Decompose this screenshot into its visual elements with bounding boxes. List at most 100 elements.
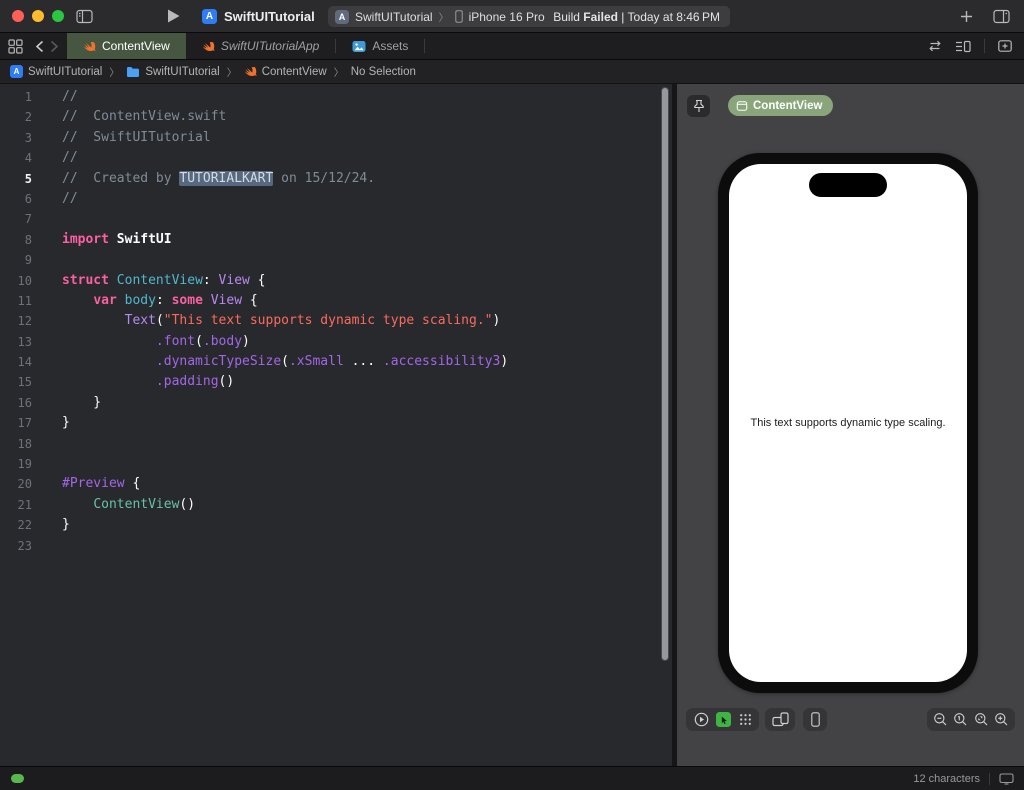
- preview-text: This text supports dynamic type scaling.: [750, 417, 946, 429]
- code-line[interactable]: // SwiftUITutorial: [62, 128, 508, 148]
- related-items-icon[interactable]: [8, 38, 23, 54]
- device-settings-button[interactable]: [803, 708, 827, 731]
- minimize-window-button[interactable]: [32, 10, 44, 22]
- play-circle-icon[interactable]: [694, 712, 709, 727]
- line-number[interactable]: 12: [0, 311, 46, 331]
- line-number[interactable]: 1: [0, 87, 46, 107]
- code-line[interactable]: [62, 454, 508, 474]
- code-line[interactable]: var body: some View {: [62, 291, 508, 311]
- zoom-in-icon[interactable]: [994, 712, 1009, 727]
- code-line[interactable]: [62, 434, 508, 454]
- tab-bar: ContentView SwiftUITutorialApp Assets: [0, 32, 1024, 60]
- code-line[interactable]: .font(.body): [62, 332, 508, 352]
- pin-icon: [693, 99, 704, 112]
- line-number[interactable]: 20: [0, 474, 46, 494]
- line-number[interactable]: 16: [0, 393, 46, 413]
- line-number[interactable]: 5: [0, 169, 46, 189]
- inspector-toggle-icon[interactable]: [993, 9, 1010, 24]
- zoom-100-icon[interactable]: [953, 712, 968, 727]
- code-lines[interactable]: //// ContentView.swift// SwiftUITutorial…: [46, 84, 508, 766]
- code-line[interactable]: //: [62, 148, 508, 168]
- code-line[interactable]: .dynamicTypeSize(.xSmall ... .accessibil…: [62, 352, 508, 372]
- chevron-back-icon[interactable]: [35, 40, 44, 53]
- build-status[interactable]: Build Failed | Today at 8:46 PM: [553, 10, 720, 24]
- breadcrumb-selection[interactable]: No Selection: [351, 66, 416, 78]
- code-line[interactable]: .padding(): [62, 372, 508, 392]
- swap-icon[interactable]: [928, 40, 942, 52]
- select-mode-icon[interactable]: [716, 712, 731, 727]
- line-number[interactable]: 11: [0, 291, 46, 311]
- line-number[interactable]: 10: [0, 271, 46, 291]
- orientation-button[interactable]: [765, 708, 795, 731]
- breadcrumb-group[interactable]: SwiftUITutorial: [126, 66, 220, 78]
- code-line[interactable]: #Preview {: [62, 474, 508, 494]
- editor-scrollbar[interactable]: [661, 87, 669, 661]
- code-line[interactable]: //: [62, 87, 508, 107]
- chevron-forward-icon[interactable]: [50, 40, 59, 53]
- code-editor[interactable]: 1 2 3 4 5 6 7 8 9 10 11 12 13 14 15 16 17 18 19 20 21 22 23 //…: [0, 84, 672, 766]
- line-number[interactable]: 17: [0, 413, 46, 433]
- scheme-selector[interactable]: A SwiftUITutorial 〉 iPhone 16 Pro Build …: [328, 6, 730, 27]
- code-line[interactable]: [62, 250, 508, 270]
- line-number[interactable]: 15: [0, 372, 46, 392]
- toolbar-separator: [984, 39, 985, 53]
- zoom-out-icon[interactable]: [933, 712, 948, 727]
- code-line[interactable]: [62, 209, 508, 229]
- assets-icon: [352, 40, 366, 52]
- line-number[interactable]: 22: [0, 515, 46, 535]
- line-number[interactable]: 13: [0, 332, 46, 352]
- preview-mode-controls: [686, 708, 759, 731]
- code-line[interactable]: //: [62, 189, 508, 209]
- preview-target-pill[interactable]: ContentView: [728, 95, 834, 116]
- line-number[interactable]: 18: [0, 434, 46, 454]
- line-number[interactable]: 8: [0, 230, 46, 250]
- variants-grid-icon[interactable]: [739, 713, 752, 726]
- line-number[interactable]: 7: [0, 209, 46, 229]
- sidebar-toggle-icon[interactable]: [76, 9, 93, 24]
- code-line[interactable]: import SwiftUI: [62, 230, 508, 250]
- pin-button[interactable]: [687, 95, 710, 117]
- folder-icon: [127, 66, 140, 77]
- code-line[interactable]: }: [62, 413, 508, 433]
- scheme-target-label[interactable]: SwiftUITutorial: [355, 10, 433, 24]
- code-line[interactable]: }: [62, 393, 508, 413]
- run-play-icon[interactable]: [166, 8, 181, 24]
- line-number[interactable]: 19: [0, 454, 46, 474]
- tab-contentview[interactable]: ContentView: [67, 33, 186, 59]
- code-line[interactable]: [62, 536, 508, 556]
- device-screen[interactable]: This text supports dynamic type scaling.: [729, 164, 967, 682]
- code-line[interactable]: struct ContentView: View {: [62, 271, 508, 291]
- zoom-fit-icon[interactable]: [974, 712, 989, 727]
- zoom-window-button[interactable]: [52, 10, 64, 22]
- run-destination-label[interactable]: iPhone 16 Pro: [469, 10, 545, 24]
- line-number[interactable]: 6: [0, 189, 46, 209]
- breadcrumb-project[interactable]: A SwiftUITutorial: [10, 65, 102, 78]
- line-number[interactable]: 4: [0, 148, 46, 168]
- code-line[interactable]: ContentView(): [62, 495, 508, 515]
- iphone-preview-device[interactable]: This text supports dynamic type scaling.: [718, 153, 978, 693]
- tab-swiftuitutorialapp[interactable]: SwiftUITutorialApp: [186, 33, 335, 59]
- line-number[interactable]: 9: [0, 250, 46, 270]
- swift-icon: [244, 67, 257, 77]
- add-editor-icon[interactable]: [998, 40, 1012, 52]
- close-window-button[interactable]: [12, 10, 24, 22]
- code-line[interactable]: Text("This text supports dynamic type sc…: [62, 311, 508, 331]
- app-icon: A: [202, 8, 217, 24]
- code-line[interactable]: // ContentView.swift: [62, 107, 508, 127]
- breadcrumb-file[interactable]: ContentView: [244, 65, 327, 78]
- line-number[interactable]: 14: [0, 352, 46, 372]
- plus-icon[interactable]: [960, 9, 973, 24]
- line-number[interactable]: 23: [0, 536, 46, 556]
- line-number[interactable]: 21: [0, 495, 46, 515]
- scheme-app-icon: A: [335, 9, 349, 24]
- scheme-chevron: 〉: [438, 13, 449, 24]
- line-number[interactable]: 2: [0, 107, 46, 127]
- preview-canvas: ContentView This text supports dynamic t…: [677, 84, 1024, 766]
- code-line[interactable]: }: [62, 515, 508, 535]
- display-icon[interactable]: [999, 772, 1014, 785]
- editor-options-icon[interactable]: [955, 40, 971, 53]
- tab-assets[interactable]: Assets: [336, 33, 424, 59]
- line-numbers[interactable]: 1 2 3 4 5 6 7 8 9 10 11 12 13 14 15 16 17 18 19 20 21 22 23: [0, 84, 46, 766]
- code-line[interactable]: // Created by TUTORIALKART on 15/12/24.: [62, 169, 508, 189]
- line-number[interactable]: 3: [0, 128, 46, 148]
